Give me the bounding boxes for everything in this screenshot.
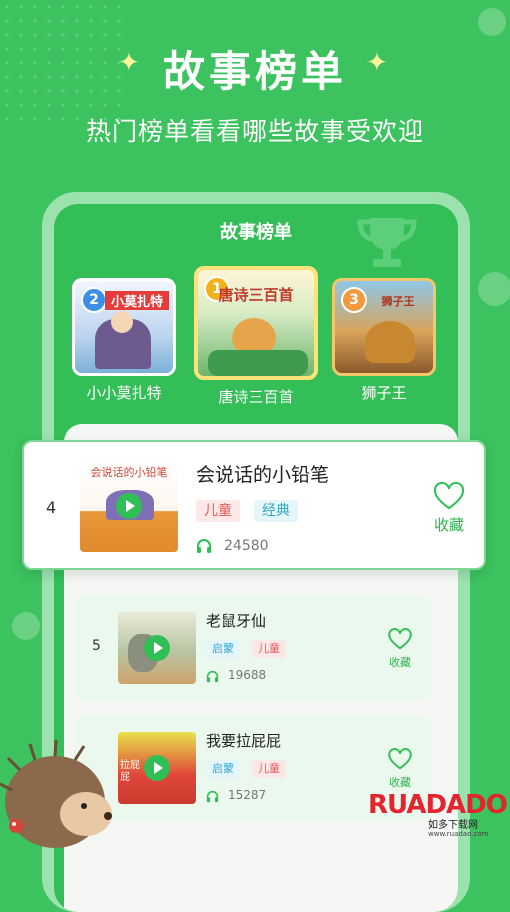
tag-badge: 儿童 (196, 500, 240, 522)
play-icon[interactable] (116, 493, 142, 519)
favorite-label: 收藏 (433, 516, 464, 534)
play-icon[interactable] (144, 635, 170, 661)
tag-badge: 儿童 (252, 640, 286, 658)
book-cover[interactable]: 3 狮子王 (332, 278, 436, 376)
background-dot (12, 612, 40, 640)
tag-badge: 儿童 (252, 760, 286, 778)
cover-title: 小莫扎特 (105, 291, 169, 310)
play-count: 24580 (224, 538, 269, 554)
book-name[interactable]: 狮子王 (332, 382, 436, 403)
top3-book[interactable]: 3 狮子王 狮子王 (332, 278, 436, 403)
page-title: 故事榜单 (162, 47, 347, 96)
favorite-button[interactable]: 收藏 (380, 748, 420, 790)
heart-icon (388, 628, 412, 650)
heart-icon (388, 748, 412, 770)
book-cover[interactable]: 1 唐诗三百首 (194, 266, 318, 380)
favorite-button[interactable]: 收藏 (380, 628, 420, 670)
top3-podium: 2 小莫扎特 小小莫扎特 1 唐诗三百首 唐诗三百首 3 狮子王 狮子王 (54, 266, 458, 406)
book-name[interactable]: 唐诗三百首 (194, 386, 318, 407)
rank-number: 5 (92, 638, 101, 654)
heart-icon (433, 481, 465, 510)
watermark-sub: 如多下载网 (428, 820, 478, 831)
story-thumbnail[interactable]: 拉屁屁 (118, 732, 196, 804)
story-title[interactable]: 老鼠牙仙 (206, 610, 266, 631)
top3-book[interactable]: 1 唐诗三百首 唐诗三百首 (194, 266, 318, 407)
story-thumbnail[interactable] (118, 612, 196, 684)
story-thumbnail[interactable]: 会说话的小铅笔 (80, 460, 178, 552)
headphones-icon (197, 539, 211, 553)
story-title[interactable]: 我要拉屁屁 (206, 730, 281, 751)
headphones-icon (206, 670, 219, 683)
tag-badge: 经典 (254, 500, 298, 522)
background-dot (478, 272, 510, 306)
rank-number: 4 (46, 498, 57, 517)
cover-title: 唐诗三百首 (218, 286, 294, 304)
trophy-icon (357, 218, 417, 267)
favorite-label: 收藏 (389, 656, 411, 669)
headphones-icon (206, 790, 219, 803)
watermark-url: www.ruadao.com (428, 830, 489, 838)
play-icon[interactable] (144, 755, 170, 781)
featured-story-card[interactable]: 4 会说话的小铅笔 会说话的小铅笔 儿童 经典 24580 收藏 (22, 440, 486, 570)
tag-badge: 启蒙 (206, 760, 240, 778)
book-cover[interactable]: 2 小莫扎特 (72, 278, 176, 376)
background-dot (478, 8, 506, 36)
cover-title: 狮子王 (381, 295, 415, 308)
watermark-logo: RUADADO 如多下载网 www.ruadao.com (368, 790, 508, 846)
favorite-label: 收藏 (389, 776, 411, 789)
page-subtitle: 热门榜单看看哪些故事受欢迎 (85, 117, 424, 146)
top3-book[interactable]: 2 小莫扎特 小小莫扎特 (72, 278, 176, 403)
cover-title: 拉屁屁 (120, 760, 140, 783)
tag-badge: 启蒙 (206, 640, 240, 658)
favorite-button[interactable]: 收藏 (426, 481, 472, 535)
rank-badge: 2 (81, 287, 107, 313)
book-name[interactable]: 小小莫扎特 (72, 382, 176, 403)
list-item[interactable]: 5 老鼠牙仙 启蒙 儿童 19688 收藏 (74, 596, 432, 700)
cover-title: 会说话的小铅笔 (90, 466, 168, 479)
hedgehog-mascot (0, 739, 112, 848)
play-count: 15287 (228, 788, 267, 802)
play-count: 19688 (228, 668, 267, 682)
story-title[interactable]: 会说话的小铅笔 (196, 460, 329, 487)
